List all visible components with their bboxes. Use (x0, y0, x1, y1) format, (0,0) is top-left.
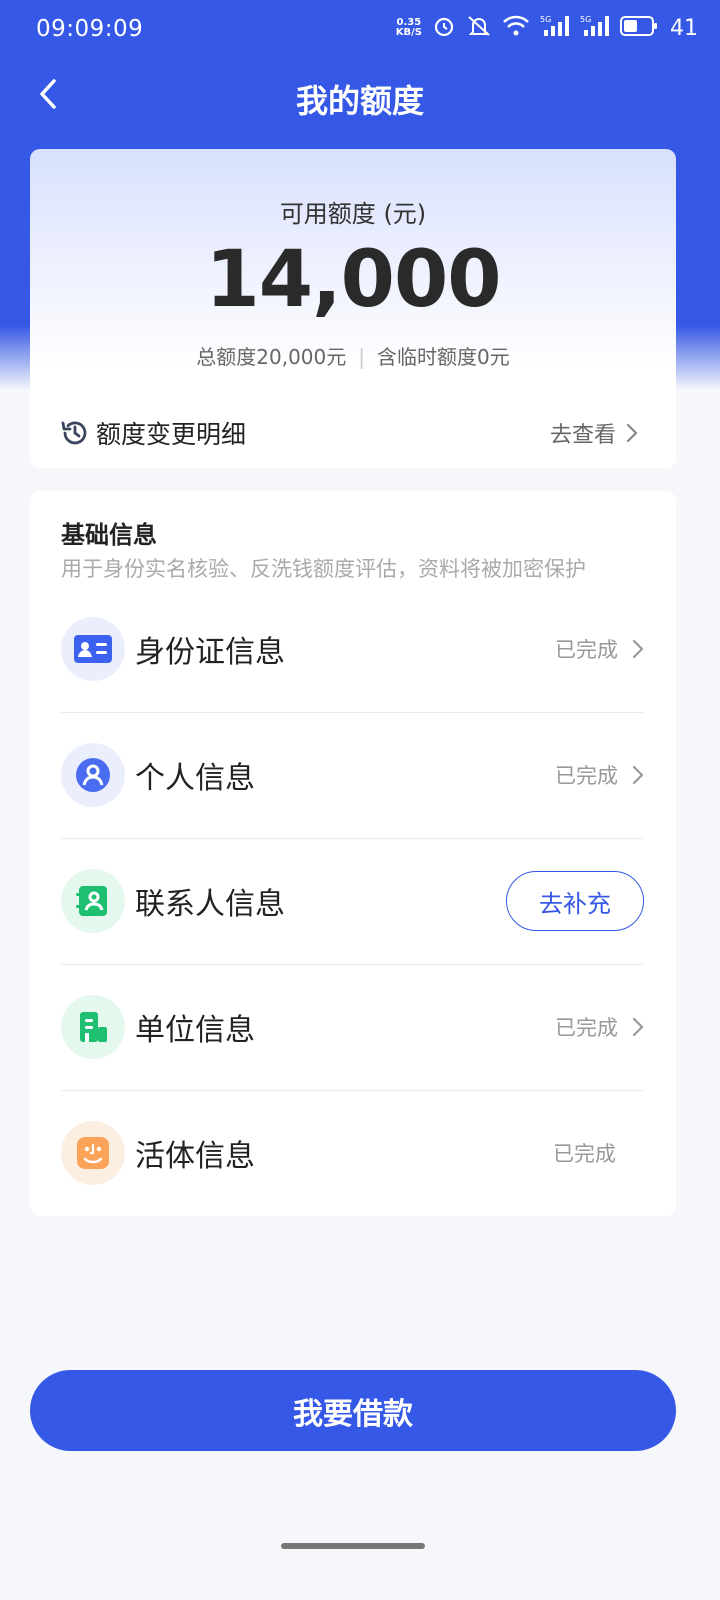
info-item-contacts[interactable]: 联系人信息 去补充 (61, 838, 644, 965)
mute-icon (466, 14, 492, 42)
svg-text:5G: 5G (580, 15, 591, 24)
apply-loan-button[interactable]: 我要借款 (30, 1370, 676, 1451)
info-item-id-card[interactable]: 身份证信息 已完成 (61, 586, 644, 713)
person-icon (61, 743, 125, 807)
svg-text:5G: 5G (540, 15, 551, 24)
quota-summary: 总额度20,000元 | 含临时额度0元 (30, 341, 676, 370)
info-item-label: 单位信息 (135, 1013, 255, 1048)
net-speed-unit: KB/S (395, 27, 422, 38)
info-item-status: 已完成 (555, 760, 644, 790)
status-text: 已完成 (555, 638, 618, 662)
basic-info-description: 用于身份实名核验、反洗钱额度评估，资料将被加密保护 (61, 557, 586, 581)
info-item-label: 身份证信息 (135, 635, 285, 670)
net-speed-indicator: 0.35 KB/S (396, 18, 422, 38)
status-icons: 0.35 KB/S 5G 5G 41 (396, 14, 698, 42)
supplement-button[interactable]: 去补充 (506, 871, 644, 931)
chevron-right-icon (632, 1017, 644, 1037)
basic-info-card: 基础信息 用于身份实名核验、反洗钱额度评估，资料将被加密保护 身份证信息 已完成… (30, 491, 676, 1216)
battery-level: 41 (670, 15, 698, 41)
signal-5g-icon: 5G (540, 14, 570, 42)
wifi-icon (502, 15, 530, 41)
status-bar: 09:09:09 0.35 KB/S 5G 5G 41 (0, 0, 720, 60)
total-quota: 总额度20,000元 (196, 345, 347, 369)
face-icon (61, 1121, 125, 1185)
info-item-personal[interactable]: 个人信息 已完成 (61, 712, 644, 839)
info-item-status: 已完成 (553, 1138, 644, 1168)
history-icon (61, 421, 87, 445)
info-item-label: 活体信息 (135, 1139, 255, 1174)
home-indicator[interactable] (281, 1543, 425, 1549)
chevron-right-icon (632, 639, 644, 659)
info-item-status: 已完成 (555, 1012, 644, 1042)
basic-info-title: 基础信息 (61, 521, 157, 549)
status-text: 已完成 (555, 764, 618, 788)
info-item-status: 已完成 (555, 634, 644, 664)
alarm-icon (432, 14, 456, 42)
id-card-icon (61, 617, 125, 681)
divider: | (358, 345, 365, 369)
info-item-company[interactable]: 单位信息 已完成 (61, 964, 644, 1091)
info-item-label: 联系人信息 (135, 887, 285, 922)
contacts-icon (61, 869, 125, 933)
battery-icon (620, 15, 658, 41)
status-text: 已完成 (553, 1142, 616, 1166)
info-item-label: 个人信息 (135, 761, 255, 796)
chevron-right-icon (626, 423, 638, 443)
nav-bar: 我的额度 (0, 60, 720, 132)
view-button[interactable]: 去查看 (550, 417, 638, 449)
available-quota-label: 可用额度 (元) (279, 200, 427, 228)
status-time: 09:09:09 (36, 16, 144, 42)
info-item-liveness[interactable]: 活体信息 已完成 (61, 1090, 644, 1216)
signal-5g-icon: 5G (580, 14, 610, 42)
quota-card: 可用额度 (元) 14,000 总额度20,000元 | 含临时额度0元 额度变更明… (30, 149, 676, 468)
view-label: 去查看 (549, 423, 616, 448)
page-title: 我的额度 (295, 82, 424, 120)
quota-change-detail-row[interactable]: 额度变更明细 去查看 (60, 413, 638, 453)
available-quota-amount: 14,000 (205, 235, 502, 325)
temporary-quota: 含临时额度0元 (377, 345, 510, 369)
chevron-right-icon (632, 765, 644, 785)
quota-change-label: 额度变更明细 (96, 420, 247, 449)
status-text: 已完成 (555, 1016, 618, 1040)
building-icon (61, 995, 125, 1059)
